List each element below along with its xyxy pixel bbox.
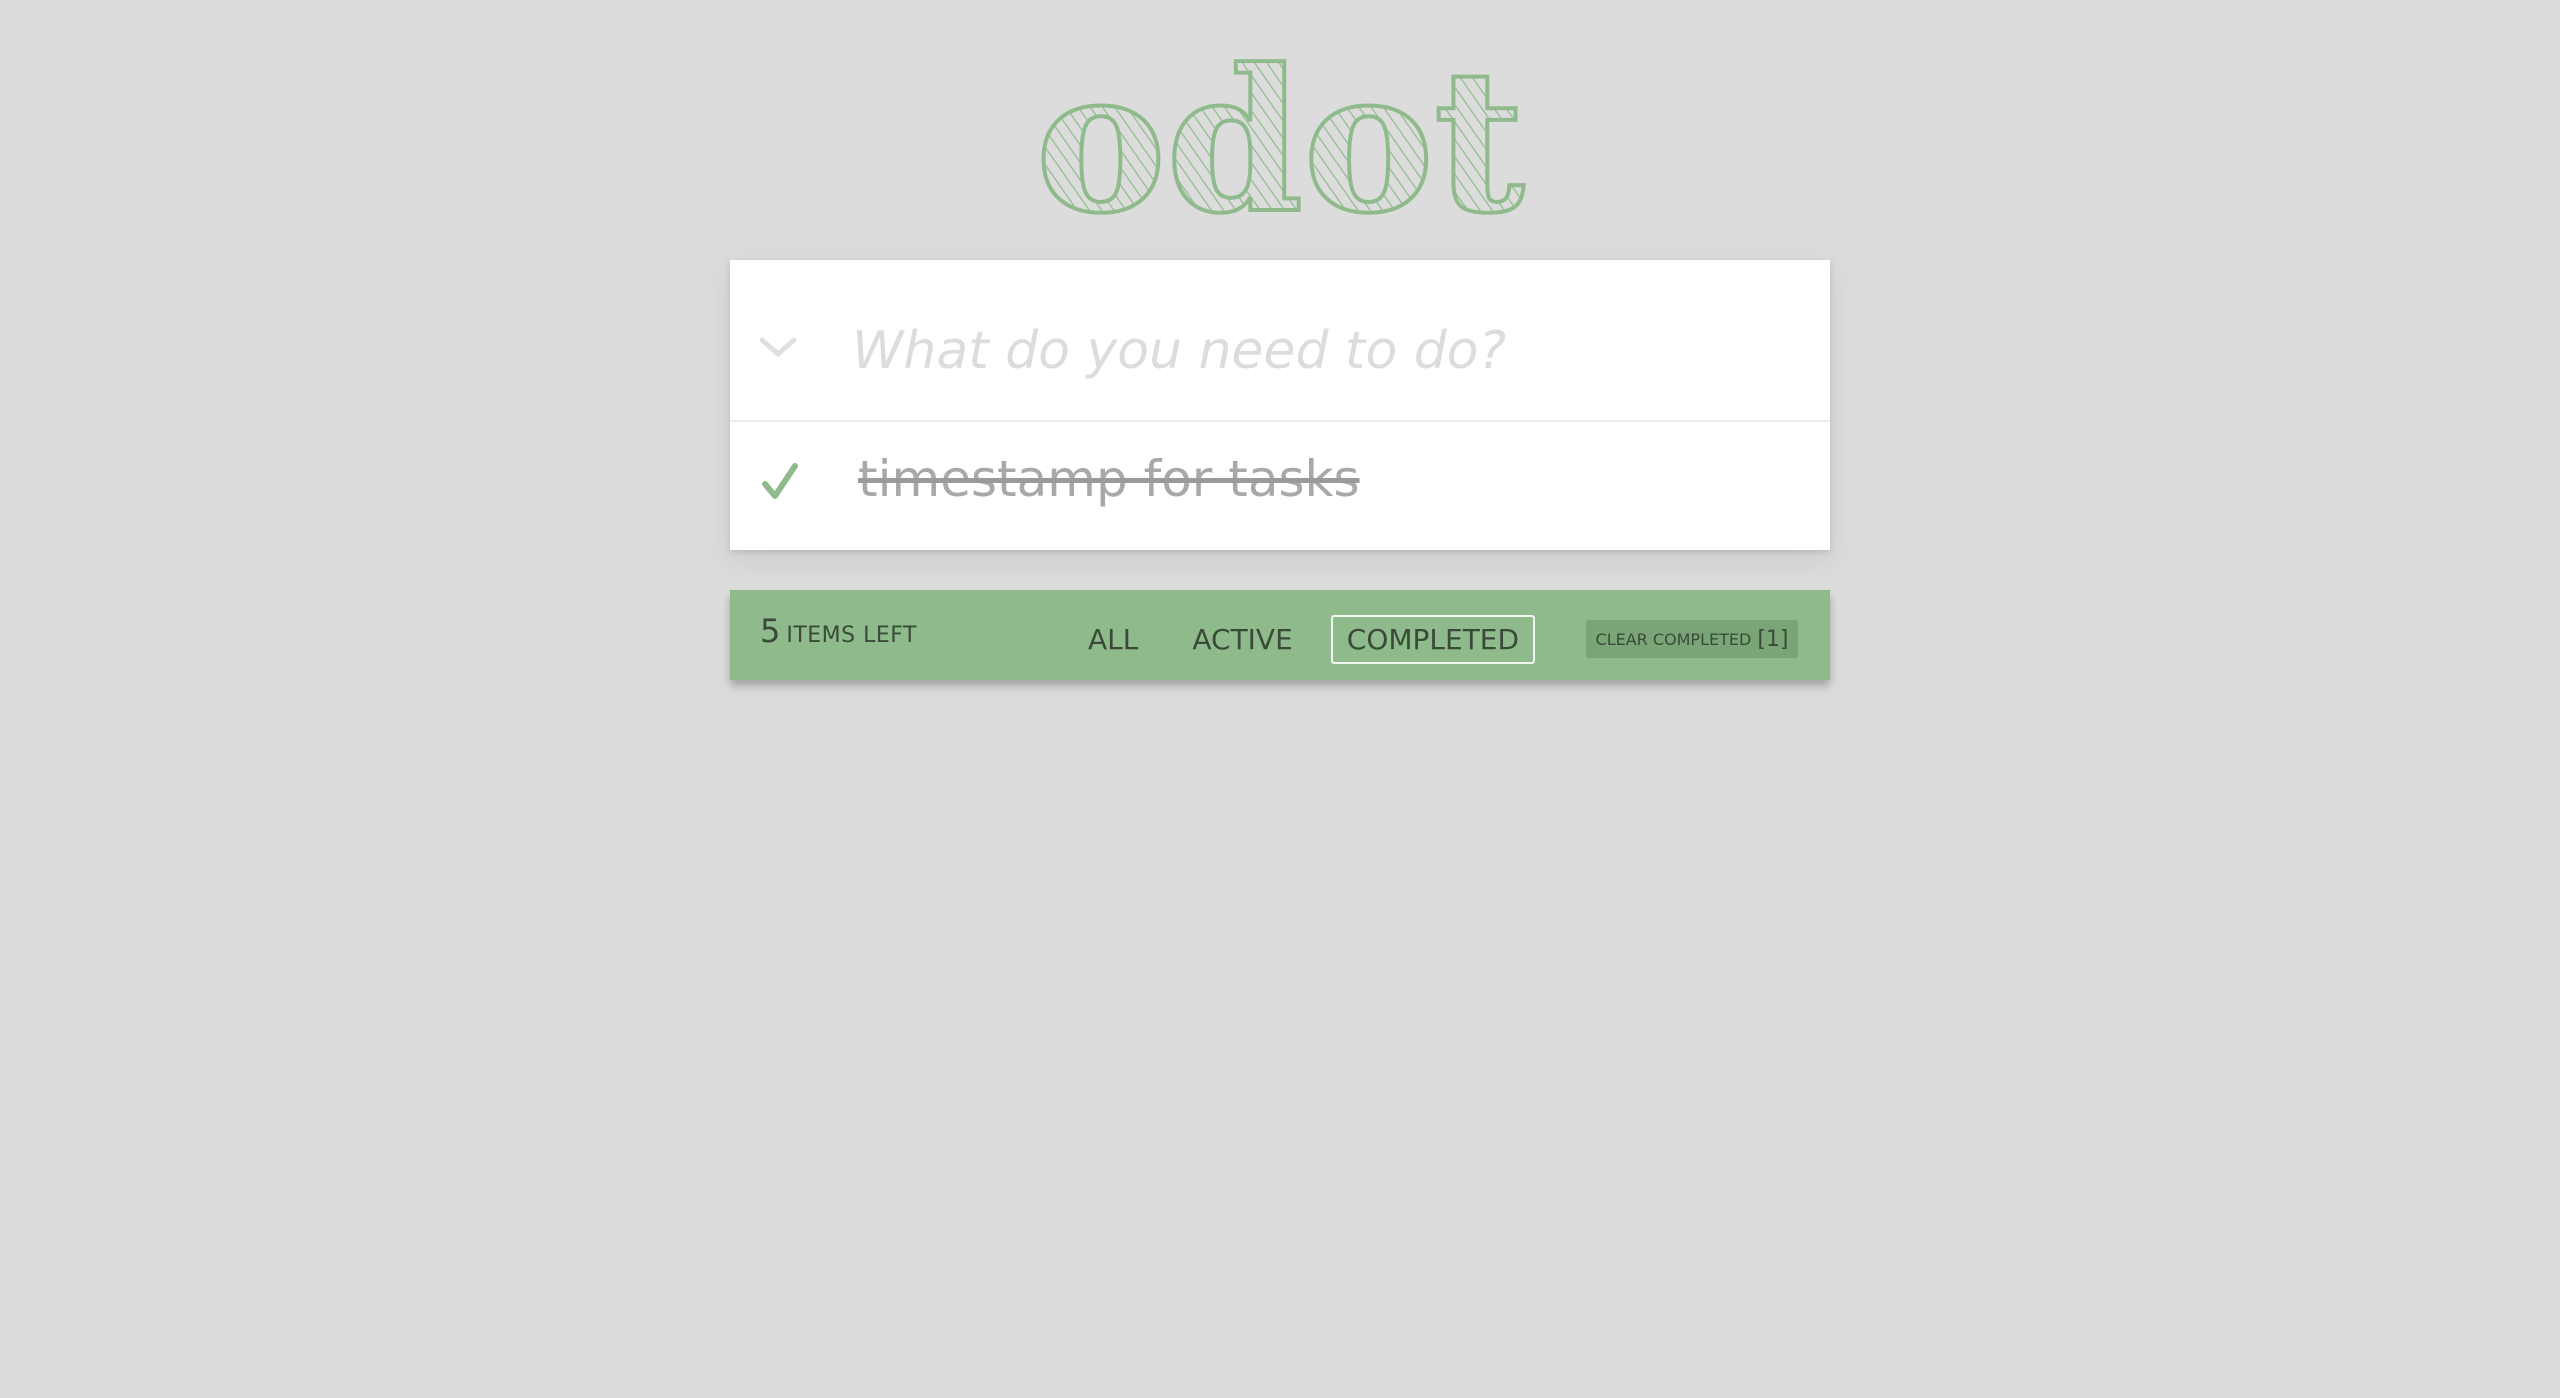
filter-tabs: All Active Completed [1072,612,1557,666]
todo-card: timestamp for tasks [730,260,1830,550]
filter-all[interactable]: All [1072,615,1154,664]
items-left-counter: 5 items left [760,612,917,650]
toggle-all-button[interactable] [750,320,806,376]
chevron-down-icon [759,337,797,357]
filter-completed[interactable]: Completed [1330,614,1536,664]
todo-toggle-checkbox[interactable] [750,452,810,512]
items-left-count: 5 [760,612,781,650]
todo-footer: 5 items left All Active Completed clear c… [730,590,1830,680]
clear-completed-button[interactable]: clear completed [1] [1586,620,1798,658]
todo-item[interactable]: timestamp for tasks [730,422,1830,550]
app-root: odot timestamp for tasks 5items left [0,0,2560,1398]
new-todo-input[interactable] [850,300,1794,402]
app-title-logo: odot [0,25,2560,259]
app-title-text: odot [1035,27,1524,257]
todo-item-label: timestamp for tasks [858,450,1360,508]
filter-active[interactable]: Active [1176,615,1308,664]
app-title: odot [1033,25,1526,259]
new-todo-row [730,260,1830,422]
clear-completed-count: [1] [1757,626,1789,652]
clear-completed-label: clear completed [1595,629,1752,649]
checkmark-icon [762,463,798,499]
items-left-label: items left [786,623,917,648]
